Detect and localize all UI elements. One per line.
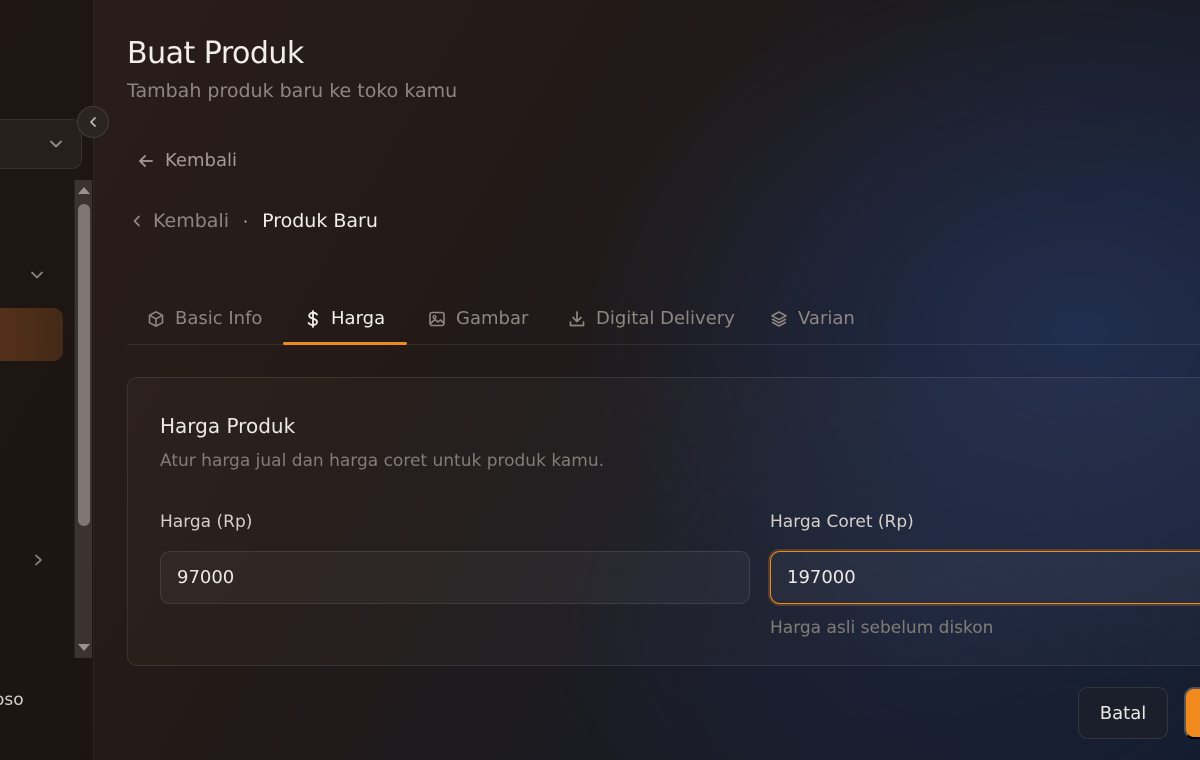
cube-icon xyxy=(147,310,165,328)
breadcrumb-current: Produk Baru xyxy=(262,210,378,232)
price-label: Harga (Rp) xyxy=(160,512,253,532)
breadcrumb: Kembali · Produk Baru xyxy=(131,210,378,232)
tab-basic-info[interactable]: Basic Info xyxy=(147,292,262,345)
chevron-left-icon xyxy=(87,116,99,128)
cancel-button[interactable]: Batal xyxy=(1078,687,1168,739)
tab-bar: Basic Info Harga Gambar Digital Delivery… xyxy=(127,292,1200,345)
scroll-thumb[interactable] xyxy=(78,204,90,526)
sidebar-scrollbar[interactable] xyxy=(74,180,92,658)
back-link-label: Kembali xyxy=(165,150,237,171)
strike-price-input[interactable]: 197000 xyxy=(770,551,1200,604)
sidebar-item-active[interactable] xyxy=(0,308,63,361)
tab-harga[interactable]: Harga xyxy=(305,292,385,345)
tab-label: Varian xyxy=(798,308,855,329)
tab-label: Gambar xyxy=(456,308,529,329)
chevron-right-icon[interactable] xyxy=(31,553,45,567)
store-selector[interactable] xyxy=(0,119,82,169)
image-icon xyxy=(428,310,446,328)
layers-icon xyxy=(770,310,788,328)
tab-varian[interactable]: Varian xyxy=(770,292,855,345)
active-tab-indicator xyxy=(283,342,407,345)
save-button[interactable] xyxy=(1184,687,1200,739)
tab-label: Harga xyxy=(331,308,386,329)
tab-label: Basic Info xyxy=(175,308,263,329)
price-input[interactable]: 97000 xyxy=(160,551,750,604)
breadcrumb-separator: · xyxy=(242,211,249,231)
page-title: Buat Produk xyxy=(127,36,304,71)
tab-label: Digital Delivery xyxy=(596,308,735,329)
chevron-down-icon xyxy=(49,137,63,151)
sidebar-collapse-button[interactable] xyxy=(77,106,109,138)
user-name[interactable]: oso xyxy=(0,690,24,710)
tab-digital-delivery[interactable]: Digital Delivery xyxy=(568,292,735,345)
card-description: Atur harga jual dan harga coret untuk pr… xyxy=(160,451,605,471)
page-subtitle: Tambah produk baru ke toko kamu xyxy=(127,80,458,102)
scroll-down-arrow[interactable] xyxy=(78,644,90,651)
tab-gambar[interactable]: Gambar xyxy=(428,292,528,345)
strike-price-hint: Harga asli sebelum diskon xyxy=(770,618,994,638)
main-content: Buat Produk Tambah produk baru ke toko k… xyxy=(127,0,1200,760)
chevron-left-icon xyxy=(131,214,143,228)
chevron-down-icon[interactable] xyxy=(30,268,44,282)
strike-price-label: Harga Coret (Rp) xyxy=(770,512,914,532)
download-icon xyxy=(568,310,586,328)
breadcrumb-back-label: Kembali xyxy=(153,210,229,232)
arrow-left-icon xyxy=(137,152,155,170)
back-link[interactable]: Kembali xyxy=(137,150,237,171)
scroll-up-arrow[interactable] xyxy=(78,187,90,194)
card-title: Harga Produk xyxy=(160,414,296,438)
breadcrumb-back[interactable]: Kembali xyxy=(131,210,229,232)
pricing-card: Harga Produk Atur harga jual dan harga c… xyxy=(127,377,1200,666)
dollar-icon xyxy=(305,309,321,328)
